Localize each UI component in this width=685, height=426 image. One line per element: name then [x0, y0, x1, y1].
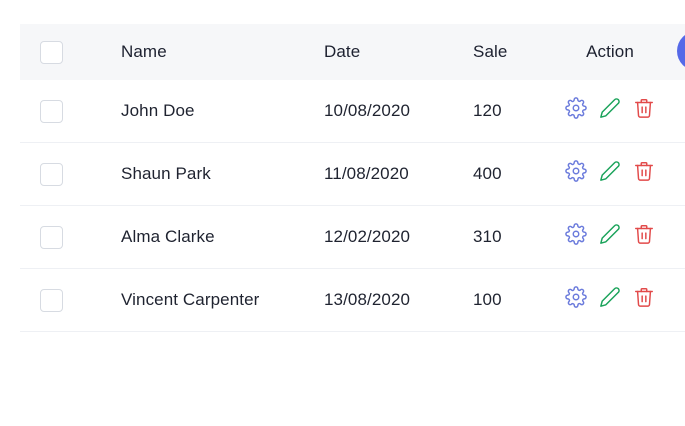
pencil-edit-icon[interactable]: [599, 160, 621, 182]
row-name: Vincent Carpenter: [121, 290, 260, 309]
row-sale: 100: [473, 290, 502, 309]
row-actions: [565, 143, 655, 205]
trash-delete-icon[interactable]: [633, 97, 655, 119]
header-action: Action: [586, 42, 634, 61]
row-checkbox-cell: [40, 206, 66, 268]
header-name[interactable]: Name: [121, 24, 167, 80]
table-row: John Doe 10/08/2020 120: [20, 80, 685, 143]
table-row: Alma Clarke 12/02/2020 310: [20, 206, 685, 269]
header-checkbox-cell: [40, 24, 66, 80]
row-checkbox[interactable]: [40, 288, 63, 312]
table-row: Vincent Carpenter 13/08/2020 100: [20, 269, 685, 332]
settings-gear-icon[interactable]: [565, 223, 587, 245]
table-header-row: Name Date Sale Action: [20, 24, 685, 80]
row-sale: 120: [473, 101, 502, 120]
row-checkbox-cell: [40, 143, 66, 205]
row-name: Shaun Park: [121, 164, 211, 183]
row-checkbox[interactable]: [40, 162, 63, 186]
row-date: 11/08/2020: [324, 164, 409, 183]
trash-delete-icon[interactable]: [633, 160, 655, 182]
settings-gear-icon[interactable]: [565, 97, 587, 119]
row-checkbox[interactable]: [40, 99, 63, 123]
header-sale[interactable]: Sale: [473, 24, 507, 80]
header-date[interactable]: Date: [324, 24, 360, 80]
select-all-checkbox[interactable]: [40, 40, 63, 64]
trash-delete-icon[interactable]: [633, 223, 655, 245]
row-actions: [565, 269, 655, 331]
row-date: 12/02/2020: [324, 227, 411, 246]
table-row: Shaun Park 11/08/2020 400: [20, 143, 685, 206]
row-sale: 400: [473, 164, 502, 183]
pencil-edit-icon[interactable]: [599, 97, 621, 119]
row-date: 13/08/2020: [324, 290, 411, 309]
pencil-edit-icon[interactable]: [599, 223, 621, 245]
row-sale: 310: [473, 227, 502, 246]
data-table: Name Date Sale Action John Doe 10/08/202…: [20, 24, 685, 332]
row-name: Alma Clarke: [121, 227, 215, 246]
row-checkbox-cell: [40, 80, 66, 142]
row-actions: [565, 206, 655, 268]
row-date: 10/08/2020: [324, 101, 411, 120]
row-checkbox-cell: [40, 269, 66, 331]
settings-gear-icon[interactable]: [565, 286, 587, 308]
row-actions: [565, 80, 655, 142]
row-name: John Doe: [121, 101, 195, 120]
trash-delete-icon[interactable]: [633, 286, 655, 308]
row-checkbox[interactable]: [40, 225, 63, 249]
pencil-edit-icon[interactable]: [599, 286, 621, 308]
settings-gear-icon[interactable]: [565, 160, 587, 182]
